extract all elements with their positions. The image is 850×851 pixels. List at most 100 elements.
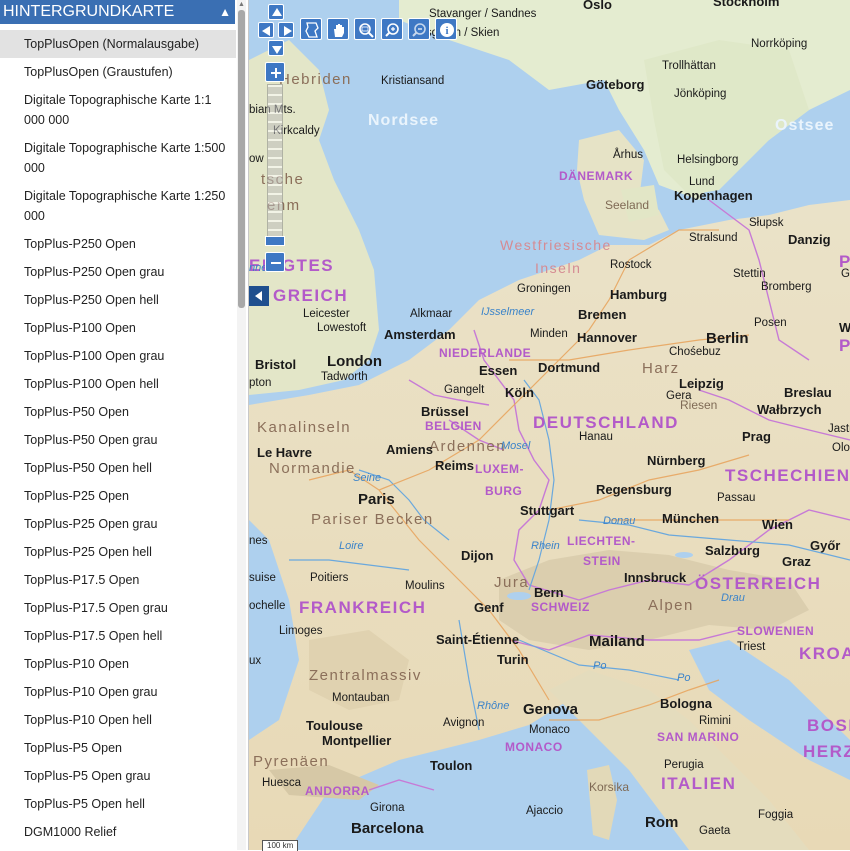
- scroll-thumb[interactable]: [238, 10, 245, 308]
- layer-item[interactable]: TopPlus-P5 Open hell: [0, 790, 236, 818]
- layer-item[interactable]: TopPlus-P5 Open grau: [0, 762, 236, 790]
- country-label: HERZ: [803, 742, 850, 761]
- zoom-in-magnifier-button[interactable]: [381, 18, 403, 40]
- zoom-in-magnifier-icon: [385, 23, 399, 37]
- arrow-up-icon: [272, 8, 282, 16]
- city-label: Triest: [737, 641, 766, 653]
- city-label: Stuttgart: [520, 503, 575, 518]
- region-label: Pyrenäen: [253, 753, 330, 770]
- country-label: BURG: [485, 484, 523, 498]
- layer-item[interactable]: DGM1000 Relief: [0, 818, 236, 846]
- zoom-in-button[interactable]: [265, 62, 285, 82]
- map-extent-button[interactable]: [300, 18, 322, 40]
- zoom-slider-track[interactable]: [267, 84, 283, 242]
- city-label: Wałbrzych: [757, 402, 822, 417]
- city-label: Gera: [666, 390, 692, 402]
- layer-item[interactable]: Digitale Topographische Karte 1:500 000: [0, 134, 236, 182]
- layer-item[interactable]: TopPlus-P250 Open grau: [0, 258, 236, 286]
- country-label: STEIN: [583, 554, 621, 568]
- city-label: Minden: [530, 328, 568, 340]
- pan-control: [258, 4, 294, 56]
- city-label: Innsbruck: [624, 570, 687, 585]
- city-label: Stettin: [733, 268, 766, 280]
- region-label: Westfriesische: [500, 237, 612, 253]
- pan-left-button[interactable]: [258, 22, 274, 38]
- layer-item[interactable]: TopPlus-P50 Open hell: [0, 454, 236, 482]
- layer-item[interactable]: TopPlus-P5 Open: [0, 734, 236, 762]
- layer-item[interactable]: TopPlus-P10 Open: [0, 650, 236, 678]
- layer-item[interactable]: Digitale Topographische Karte 1:1 000 00…: [0, 86, 236, 134]
- layer-item[interactable]: TopPlus-P17.5 Open grau: [0, 594, 236, 622]
- pan-right-button[interactable]: [278, 22, 294, 38]
- city-label: Lowestoft: [317, 322, 367, 334]
- layer-item[interactable]: TopPlus-P10 Open grau: [0, 678, 236, 706]
- city-label: Tadworth: [321, 371, 368, 383]
- country-label: SAN MARINO: [657, 730, 740, 744]
- city-label: Lund: [689, 176, 715, 188]
- city-label: Toulon: [430, 758, 473, 773]
- river-label: Drau: [721, 592, 745, 604]
- info-button[interactable]: i: [435, 18, 457, 40]
- city-label: Wien: [762, 517, 793, 532]
- pan-down-button[interactable]: [268, 40, 284, 56]
- hand-pan-icon: [334, 24, 344, 37]
- scroll-up-arrow-icon[interactable]: ▲: [237, 0, 246, 9]
- city-label: Poitiers: [310, 572, 349, 584]
- sea-label: Nordsee: [368, 112, 440, 129]
- layer-item[interactable]: TopPlus-P25 Open grau: [0, 510, 236, 538]
- layer-item[interactable]: TopPlus-P17.5 Open hell: [0, 622, 236, 650]
- layer-item[interactable]: TopPlusOpen (Graustufen): [0, 58, 236, 86]
- panel-header[interactable]: HINTERGRUNDKARTE ▲: [0, 0, 235, 24]
- country-label: SLOWENIEN: [737, 624, 815, 638]
- zoom-out-magnifier-button[interactable]: [408, 18, 430, 40]
- hand-pan-button[interactable]: [327, 18, 349, 40]
- city-label: Huesca: [262, 777, 301, 789]
- city-label: Hanau: [579, 431, 613, 443]
- caret-up-icon[interactable]: ▲: [219, 0, 231, 24]
- layer-item[interactable]: Digitale Topographische Karte 1:250 000: [0, 182, 236, 230]
- layer-item[interactable]: TopPlusOpen (Normalausgabe): [0, 30, 236, 58]
- city-label: Genf: [474, 600, 504, 615]
- layer-item[interactable]: TopPlus-P25 Open hell: [0, 538, 236, 566]
- city-label: ochelle: [249, 600, 286, 612]
- city-label: Limoges: [279, 625, 323, 637]
- background-map-panel: HINTERGRUNDKARTE ▲ TopPlusOpen (Normalau…: [0, 0, 249, 850]
- city-label: Göteborg: [586, 77, 645, 92]
- map-canvas[interactable]: Nordsee Ostsee DÄNEMARK NIEDERLANDE BELGIEN L…: [249, 0, 850, 850]
- city-label: Oslo: [583, 0, 612, 12]
- arrow-right-icon: [284, 26, 292, 36]
- city-label: Alkmaar: [410, 308, 453, 320]
- panel-toggle-button[interactable]: [249, 286, 269, 306]
- region-label: Zentralmassiv: [309, 667, 422, 684]
- region-label: Inseln: [535, 260, 582, 276]
- layer-item[interactable]: TopPlus-P50 Open: [0, 398, 236, 426]
- layer-item[interactable]: TopPlus-P17.5 Open: [0, 566, 236, 594]
- layer-item[interactable]: TopPlus-P10 Open hell: [0, 706, 236, 734]
- layer-list: TopPlusOpen (Normalausgabe) TopPlusOpen (…: [0, 30, 236, 846]
- city-label: Stralsund: [689, 232, 738, 244]
- zoom-out-magnifier-icon: [412, 23, 426, 37]
- city-label: Rostock: [610, 259, 652, 271]
- layer-item[interactable]: TopPlus-P100 Open: [0, 314, 236, 342]
- city-label: Moulins: [405, 580, 445, 592]
- country-label: KROATIE: [799, 644, 850, 663]
- city-label: Montpellier: [322, 733, 392, 748]
- city-label: Essen: [479, 363, 518, 378]
- layer-item[interactable]: TopPlus-P250 Open: [0, 230, 236, 258]
- city-label: W: [839, 320, 850, 335]
- zoom-out-button[interactable]: [265, 252, 285, 272]
- scrollbar[interactable]: ▲: [237, 0, 246, 850]
- city-label: Posen: [754, 317, 787, 329]
- zoom-slider-handle[interactable]: [265, 236, 285, 246]
- layer-item[interactable]: TopPlus-P25 Open: [0, 482, 236, 510]
- scale-bar: 100 km: [262, 840, 299, 851]
- layer-item[interactable]: TopPlus-P100 Open hell: [0, 370, 236, 398]
- minus-icon: [271, 262, 281, 264]
- layer-item[interactable]: TopPlus-P100 Open grau: [0, 342, 236, 370]
- city-label: München: [662, 511, 720, 526]
- layer-item[interactable]: TopPlus-P250 Open hell: [0, 286, 236, 314]
- zoom-box-button[interactable]: [354, 18, 376, 40]
- pan-up-button[interactable]: [268, 4, 284, 20]
- layer-item[interactable]: TopPlus-P50 Open grau: [0, 426, 236, 454]
- city-label: Mailand: [589, 633, 645, 650]
